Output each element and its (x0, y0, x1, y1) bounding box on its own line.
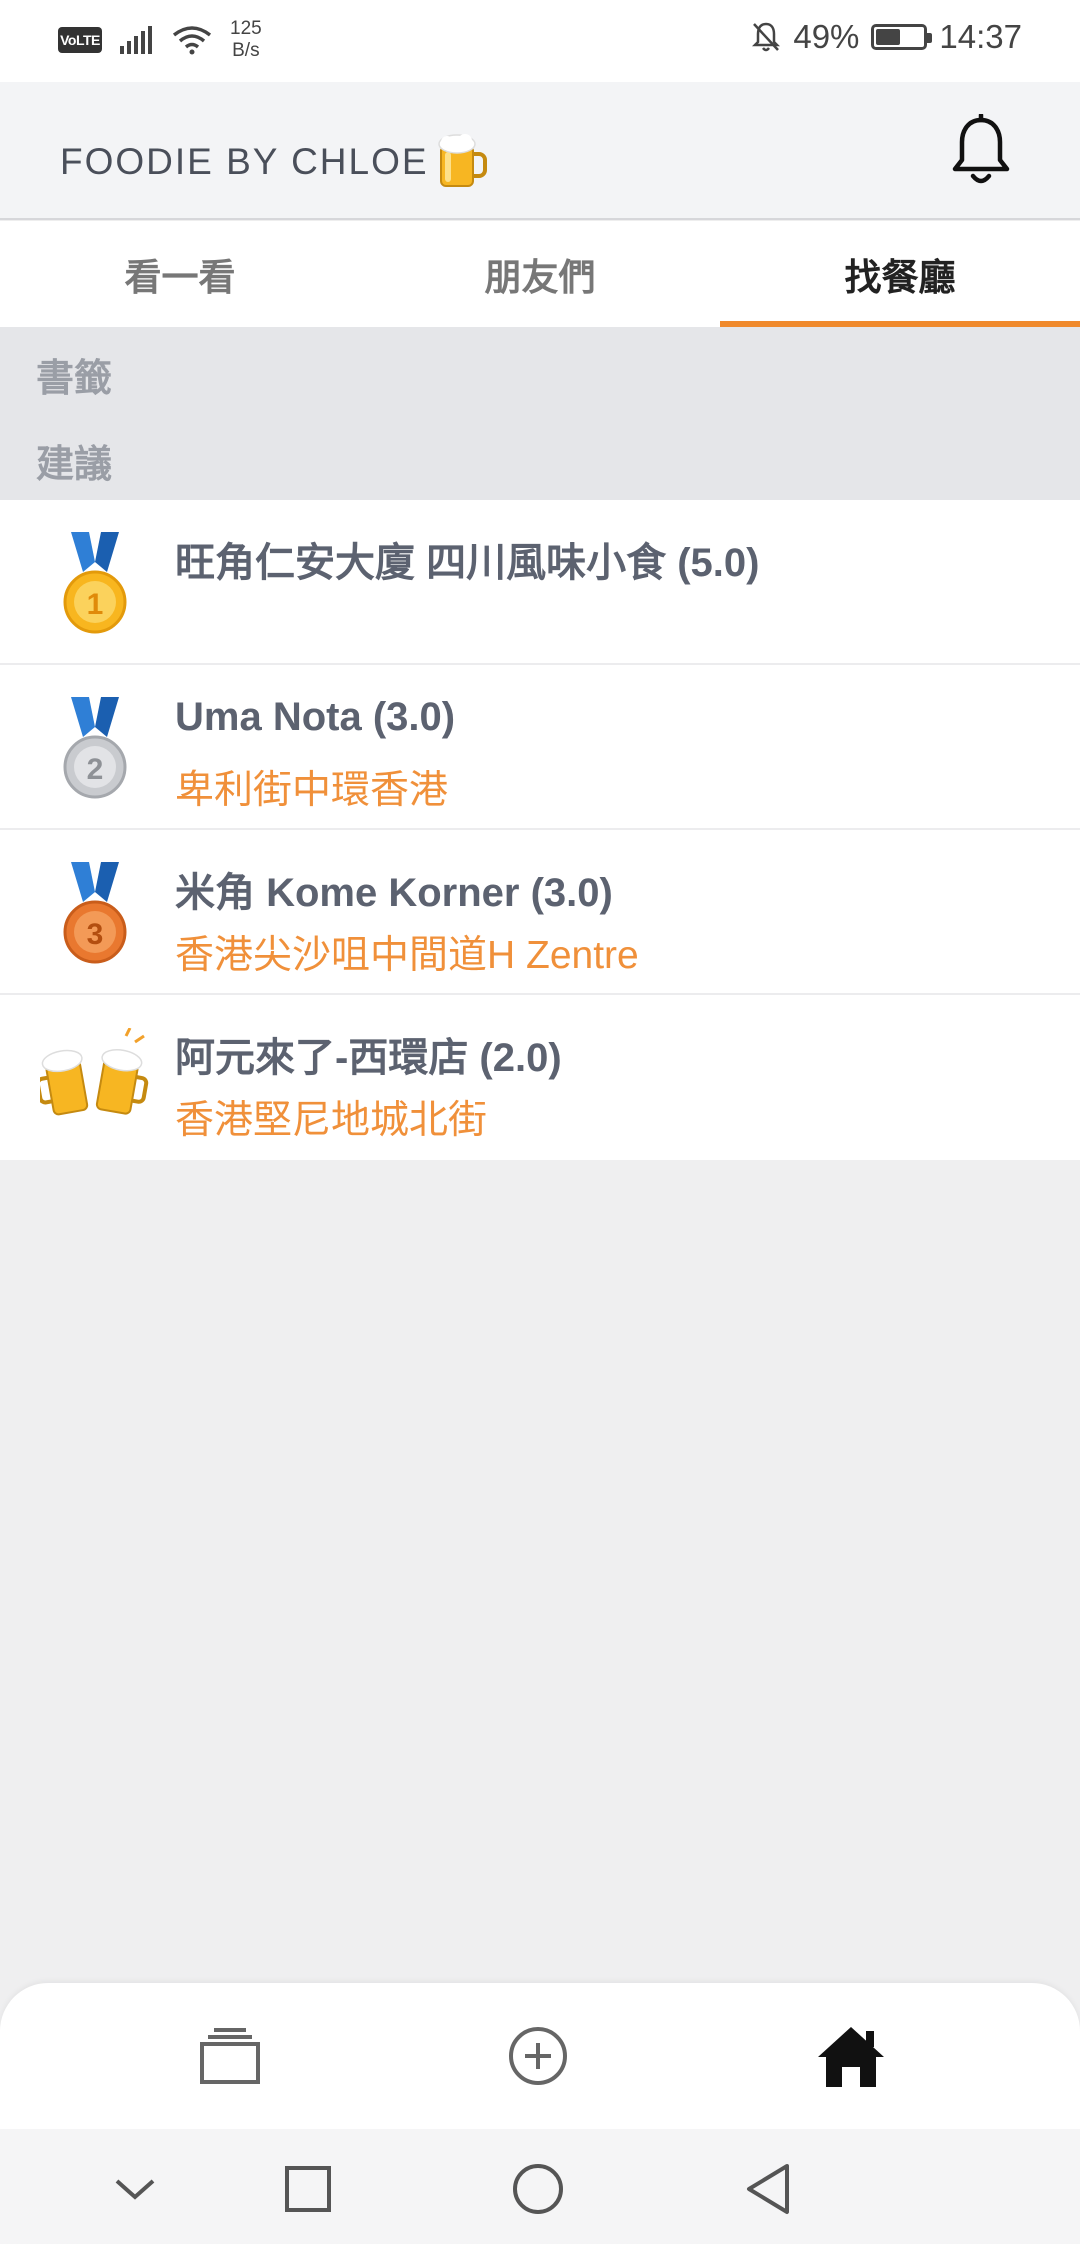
restaurant-title: 米角 Kome Korner (3.0) (175, 871, 613, 915)
circle-icon (513, 2164, 563, 2214)
back-button[interactable] (738, 2159, 798, 2219)
chevron-down-icon (115, 2179, 155, 2200)
suggestions-section[interactable]: 建議 (36, 433, 112, 488)
app-title: FOODIE BY CHLOE (60, 132, 487, 192)
battery-icon (871, 24, 933, 50)
net-speed: 125 B/s (230, 18, 262, 62)
feed-nav-button[interactable] (185, 2011, 275, 2101)
restaurant-title: 阿元來了-西環店 (2.0) (175, 1036, 562, 1080)
clinking-beer-mugs-icon (40, 1025, 150, 1135)
list-item[interactable]: 阿元來了-西環店 (2.0) 香港堅尼地城北街 (0, 995, 1080, 1160)
restaurant-address: 香港堅尼地城北街 (175, 1099, 488, 1142)
tab-friends[interactable]: 朋友們 (360, 221, 720, 327)
tab-find-restaurants[interactable]: 找餐廳 (720, 221, 1080, 327)
tab-bar: 看一看 朋友們 找餐廳 (0, 221, 1080, 327)
bottom-nav (0, 1983, 1080, 2129)
battery-percent: 49% (793, 18, 860, 55)
add-nav-button[interactable] (493, 2011, 583, 2101)
triangle-back-icon (747, 2164, 789, 2214)
net-speed-unit: B/s (232, 40, 260, 61)
bell-icon[interactable] (946, 114, 1016, 190)
silver-medal-icon: 2 (40, 695, 150, 805)
tab-look[interactable]: 看一看 (0, 221, 360, 327)
status-bar: VoLTE 125 B/s 49% 14:37 (0, 0, 1080, 82)
bronze-medal-icon: 3 (40, 860, 150, 970)
svg-text:2: 2 (87, 753, 104, 786)
list-item[interactable]: 2 Uma Nota (3.0) 卑利街中環香港 (0, 665, 1080, 830)
volte-icon: VoLTE (58, 27, 102, 53)
app-header: FOODIE BY CHLOE (0, 82, 1080, 220)
stacked-cards-icon (200, 2028, 260, 2084)
section-panel: 書籤 建議 (0, 327, 1080, 500)
status-right: 49% 14:37 (751, 18, 1022, 56)
add-circle-icon (509, 2027, 567, 2085)
mute-bell-icon (752, 22, 781, 52)
wifi-icon (172, 26, 212, 55)
signal-icon (120, 26, 152, 54)
status-left: VoLTE 125 B/s (58, 18, 262, 62)
svg-text:3: 3 (87, 918, 104, 951)
restaurant-address: 香港尖沙咀中間道H Zentre (175, 934, 639, 977)
list-item[interactable]: 1 旺角仁安大廈 四川風味小食 (5.0) (0, 500, 1080, 665)
restaurant-address: 卑利街中環香港 (175, 769, 449, 812)
restaurant-title: Uma Nota (3.0) (175, 695, 456, 739)
restaurant-title: 旺角仁安大廈 四川風味小食 (5.0) (175, 541, 760, 585)
collapse-button[interactable] (105, 2159, 165, 2219)
app-title-text: FOODIE BY CHLOE (60, 141, 429, 182)
beer-mug-icon (437, 134, 487, 187)
recent-apps-button[interactable] (278, 2159, 338, 2219)
bookmarks-section[interactable]: 書籤 (36, 347, 112, 402)
restaurant-list: 1 旺角仁安大廈 四川風味小食 (5.0) 2 Uma Nota (3.0) 卑… (0, 500, 1080, 1160)
list-item[interactable]: 3 米角 Kome Korner (3.0) 香港尖沙咀中間道H Zentre (0, 830, 1080, 995)
home-icon (818, 2027, 884, 2087)
home-nav-button[interactable] (806, 2011, 896, 2101)
net-speed-value: 125 (230, 18, 262, 39)
square-icon (285, 2166, 331, 2212)
svg-text:1: 1 (87, 588, 104, 621)
system-nav-bar (0, 2129, 1080, 2244)
home-button[interactable] (508, 2159, 568, 2219)
clock: 14:37 (939, 18, 1022, 55)
gold-medal-icon: 1 (40, 530, 150, 640)
